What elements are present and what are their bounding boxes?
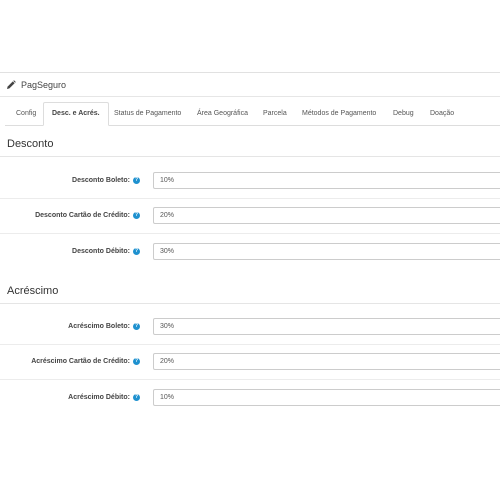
help-icon[interactable]: ?: [133, 248, 140, 255]
acrescimo-cartao-input[interactable]: [153, 353, 500, 370]
help-icon[interactable]: ?: [133, 323, 140, 330]
acrescimo-boleto-input[interactable]: [153, 318, 500, 335]
divider: [0, 379, 500, 380]
desconto-debito-input[interactable]: [153, 243, 500, 260]
divider: [0, 344, 500, 345]
desconto-cartao-input[interactable]: [153, 207, 500, 224]
tab-area-geografica[interactable]: Área Geográfica: [197, 103, 248, 124]
label-acrescimo-cartao: Acréscimo Cartão de Crédito: ?: [31, 358, 140, 365]
help-icon[interactable]: ?: [133, 358, 140, 365]
tab-desc-acres[interactable]: Desc. e Acrés.: [43, 102, 109, 126]
divider: [0, 156, 500, 157]
label-desconto-boleto: Desconto Boleto: ?: [72, 177, 140, 184]
label-desconto-debito: Desconto Débito: ?: [72, 248, 140, 255]
help-icon[interactable]: ?: [133, 212, 140, 219]
section-title-acrescimo: Acréscimo: [7, 285, 59, 297]
label-text: Acréscimo Cartão de Crédito:: [31, 358, 130, 365]
tab-doacao[interactable]: Doação: [430, 103, 454, 124]
label-text: Desconto Boleto:: [72, 177, 130, 184]
page: PagSeguro Config Desc. e Acrés. Status d…: [0, 0, 500, 500]
label-acrescimo-boleto: Acréscimo Boleto: ?: [68, 323, 140, 330]
tab-metodos-pagamento[interactable]: Métodos de Pagamento: [302, 103, 376, 124]
pencil-icon: [6, 79, 16, 90]
divider: [0, 233, 500, 234]
label-text: Acréscimo Boleto:: [68, 323, 130, 330]
label-desconto-cartao: Desconto Cartão de Crédito: ?: [35, 212, 140, 219]
tab-parcela[interactable]: Parcela: [263, 103, 287, 124]
section-title-desconto: Desconto: [7, 138, 54, 150]
tab-bar: Config Desc. e Acrés. Status de Pagament…: [5, 102, 500, 126]
desconto-boleto-input[interactable]: [153, 172, 500, 189]
label-text: Desconto Cartão de Crédito:: [35, 212, 130, 219]
panel-heading: PagSeguro: [0, 73, 500, 97]
tab-debug[interactable]: Debug: [393, 103, 414, 124]
divider: [0, 198, 500, 199]
label-text: Acréscimo Débito:: [68, 394, 130, 401]
label-acrescimo-debito: Acréscimo Débito: ?: [68, 394, 140, 401]
tab-config[interactable]: Config: [16, 103, 36, 124]
divider: [0, 303, 500, 304]
acrescimo-debito-input[interactable]: [153, 389, 500, 406]
panel-title: PagSeguro: [21, 79, 67, 90]
help-icon[interactable]: ?: [133, 177, 140, 184]
help-icon[interactable]: ?: [133, 394, 140, 401]
tab-status-pagamento[interactable]: Status de Pagamento: [114, 103, 181, 124]
label-text: Desconto Débito:: [72, 248, 130, 255]
